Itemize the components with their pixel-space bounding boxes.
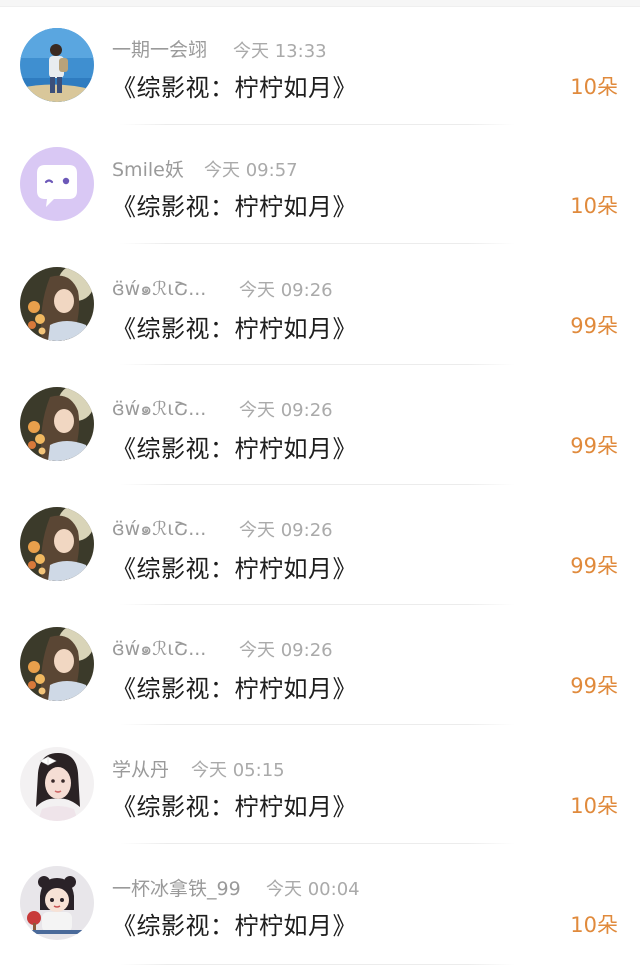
book-title[interactable]: 《综影视：柠柠如月》 — [112, 787, 357, 822]
avatar[interactable] — [20, 507, 94, 581]
gift-time: 今天 05:15 — [191, 760, 285, 781]
avatar[interactable] — [20, 627, 94, 701]
row-divider — [120, 843, 515, 844]
girl-bow-portrait — [20, 747, 94, 821]
avatar[interactable] — [20, 28, 94, 102]
gift-time: 今天 13:33 — [233, 41, 327, 62]
flower-count: 10朵 — [570, 194, 618, 218]
flower-count: 99朵 — [570, 434, 618, 458]
user-name[interactable]: 一杯冰拿铁_99 — [112, 874, 241, 901]
girl-flowers-portrait — [20, 387, 94, 461]
user-name[interactable]: ɞ̈ẃ๑ℛɩՇ... — [112, 514, 206, 544]
book-title[interactable]: 《综影视：柠柠如月》 — [112, 549, 357, 584]
cartoon-girl-pingpong — [20, 866, 94, 940]
gift-time: 今天 09:26 — [239, 640, 333, 661]
user-name[interactable]: ɞ̈ẃ๑ℛɩՇ... — [112, 274, 206, 304]
row-divider — [120, 484, 515, 485]
gift-time: 今天 09:26 — [239, 280, 333, 301]
girl-flowers-portrait — [20, 507, 94, 581]
gift-time: 今天 00:04 — [266, 879, 360, 900]
row-divider — [120, 364, 515, 365]
avatar[interactable] — [20, 147, 94, 221]
user-name[interactable]: ɞ̈ẃ๑ℛɩՇ... — [112, 394, 206, 424]
gift-time: 今天 09:26 — [239, 520, 333, 541]
user-name[interactable]: 学从丹 — [112, 755, 169, 782]
book-title[interactable]: 《综影视：柠柠如月》 — [112, 68, 357, 103]
chat-bubble-icon — [20, 147, 94, 221]
list-item[interactable]: 一杯冰拿铁_99 今天 00:04 《综影视：柠柠如月》 10朵 — [0, 846, 640, 966]
flower-count: 99朵 — [570, 314, 618, 338]
row-divider — [120, 724, 515, 725]
flower-count: 10朵 — [570, 913, 618, 937]
beach-person-icon — [20, 28, 94, 102]
row-divider — [120, 604, 515, 605]
girl-flowers-portrait — [20, 627, 94, 701]
avatar[interactable] — [20, 267, 94, 341]
flower-count: 10朵 — [570, 794, 618, 818]
avatar[interactable] — [20, 866, 94, 940]
list-item[interactable]: ɞ̈ẃ๑ℛɩՇ... 今天 09:26 《综影视：柠柠如月》 99朵 — [0, 487, 640, 607]
row-divider — [120, 124, 515, 125]
list-item[interactable]: ɞ̈ẃ๑ℛɩՇ... 今天 09:26 《综影视：柠柠如月》 99朵 — [0, 607, 640, 727]
book-title[interactable]: 《综影视：柠柠如月》 — [112, 187, 357, 222]
top-divider — [0, 0, 640, 7]
gift-time: 今天 09:26 — [239, 400, 333, 421]
list-item[interactable]: ɞ̈ẃ๑ℛɩՇ... 今天 09:26 《综影视：柠柠如月》 99朵 — [0, 367, 640, 487]
user-name[interactable]: Smile妖 — [112, 155, 184, 182]
book-title[interactable]: 《综影视：柠柠如月》 — [112, 429, 357, 464]
flower-count: 10朵 — [570, 75, 618, 99]
book-title[interactable]: 《综影视：柠柠如月》 — [112, 669, 357, 704]
list-item[interactable]: ɞ̈ẃ๑ℛɩՇ... 今天 09:26 《综影视：柠柠如月》 99朵 — [0, 247, 640, 367]
avatar[interactable] — [20, 387, 94, 461]
book-title[interactable]: 《综影视：柠柠如月》 — [112, 906, 357, 941]
list-item[interactable]: 学从丹 今天 05:15 《综影视：柠柠如月》 10朵 — [0, 727, 640, 847]
flower-count: 99朵 — [570, 674, 618, 698]
girl-flowers-portrait — [20, 267, 94, 341]
flower-count: 99朵 — [570, 554, 618, 578]
book-title[interactable]: 《综影视：柠柠如月》 — [112, 309, 357, 344]
list-item[interactable]: Smile妖 今天 09:57 《综影视：柠柠如月》 10朵 — [0, 127, 640, 247]
row-divider — [120, 243, 515, 244]
list-item[interactable]: 一期一会翊 今天 13:33 《综影视：柠柠如月》 10朵 — [0, 8, 640, 128]
gift-time: 今天 09:57 — [204, 160, 298, 181]
user-name[interactable]: 一期一会翊 — [112, 35, 207, 62]
user-name[interactable]: ɞ̈ẃ๑ℛɩՇ... — [112, 634, 206, 664]
avatar[interactable] — [20, 747, 94, 821]
row-divider — [120, 964, 515, 965]
